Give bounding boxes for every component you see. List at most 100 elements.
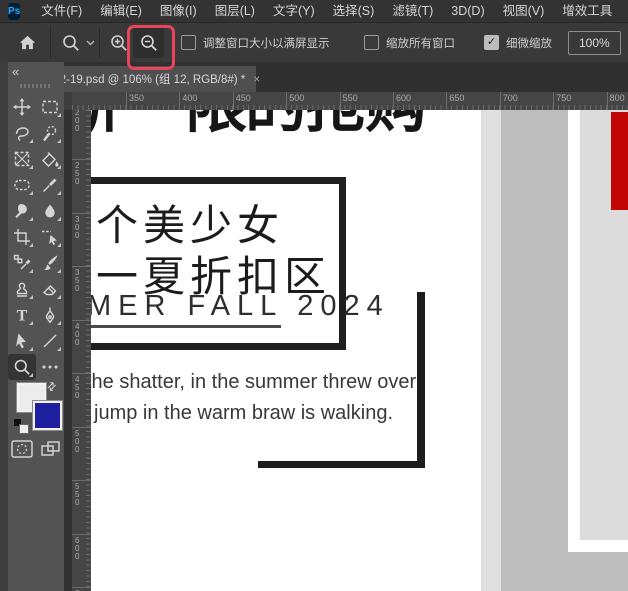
background-color-swatch[interactable]: [32, 400, 63, 431]
document-canvas[interactable]: 新 限的抢购 个美少女 一夏折扣区 MER FALL 2024 the shat…: [91, 110, 628, 591]
tool-clone-stamp[interactable]: [8, 276, 36, 302]
red-rectangle: [611, 112, 628, 210]
menu-item[interactable]: 文字(Y): [264, 0, 324, 22]
ruler-major-tick: [393, 92, 394, 110]
zoom-all-windows-checkbox[interactable]: [364, 35, 379, 50]
screen-mode-button[interactable]: [41, 440, 61, 463]
default-white-swatch: [19, 424, 29, 434]
menu-item[interactable]: 文件(F): [32, 0, 91, 22]
menu-items: 文件(F) 编辑(E) 图像(I) 图层(L) 文字(Y) 选择(S) 滤镜(T) 3D(D)…: [32, 0, 628, 22]
menu-item[interactable]: 窗口(W): [621, 0, 628, 22]
scrubby-zoom-checkbox[interactable]: ✓: [484, 35, 499, 50]
swap-colors-icon[interactable]: ⇄: [44, 379, 59, 394]
document-tab[interactable]: 2-19.psd @ 106% (组 12, RGB/8#) * ×: [60, 66, 260, 92]
light-gray-strip: [481, 110, 501, 591]
default-colors-icon[interactable]: [14, 419, 29, 434]
menu-item[interactable]: 图层(L): [206, 0, 264, 22]
ruler-label: 750: [556, 93, 572, 103]
ruler-major-tick: [446, 92, 448, 110]
tool-paint-bucket[interactable]: [36, 146, 64, 172]
menu-item[interactable]: 滤镜(T): [383, 0, 442, 22]
ruler-label: 4 5 0: [75, 375, 80, 400]
zoom-tool-preset[interactable]: [60, 23, 95, 62]
ruler-label: 400: [182, 93, 198, 103]
scrubby-zoom-option[interactable]: ✓ 细微缩放: [484, 23, 552, 62]
quick-mask-button[interactable]: [11, 440, 33, 463]
ruler-major-tick: [553, 92, 555, 110]
horizontal-ruler[interactable]: 350 400 450 500 550 600 650 700 750 800: [72, 92, 628, 111]
ruler-major-tick: [72, 212, 91, 214]
ruler-label: 5 0 0: [75, 428, 80, 454]
resize-windows-checkbox[interactable]: [181, 35, 196, 50]
ruler-label: 5 5 0: [75, 482, 80, 507]
zoom-level-button[interactable]: 100%: [568, 31, 621, 55]
tool-patch[interactable]: [8, 172, 36, 198]
resize-windows-label: 调整窗口大小以满屏显示: [203, 37, 330, 50]
menu-item[interactable]: 视图(V): [494, 0, 554, 22]
menu-item[interactable]: 编辑(E): [91, 0, 151, 22]
paragraph-line1: the shatter, in the summer threw over: [91, 371, 417, 393]
menu-item[interactable]: 图像(I): [151, 0, 206, 22]
ruler-label: 350: [129, 93, 145, 103]
ruler-label: 650: [449, 93, 465, 103]
bottom-gray-band: [501, 552, 628, 591]
document-tab-title: 2-19.psd @ 106% (组 12, RGB/8#) *: [59, 74, 246, 86]
tool-type[interactable]: T: [8, 302, 36, 328]
tool-brush[interactable]: [36, 250, 64, 276]
ruler-label: 2 5 0: [75, 161, 80, 186]
menu-bar: Ps 文件(F) 编辑(E) 图像(I) 图层(L) 文字(Y) 选择(S) 滤镜(T) 3D…: [0, 0, 628, 23]
tool-pen[interactable]: [36, 302, 64, 328]
ruler-label: 450: [235, 93, 251, 103]
scrubby-zoom-label: 细微缩放: [506, 37, 552, 50]
collapse-panel-button[interactable]: «: [12, 64, 19, 79]
ruler-major-tick: [72, 373, 91, 374]
tool-spot-heal[interactable]: [8, 198, 36, 224]
ruler-major-tick: [232, 92, 234, 110]
ruler-major-tick: [72, 266, 91, 267]
menu-item[interactable]: 增效工具: [553, 0, 621, 22]
panel-dock-edge: [0, 62, 8, 591]
photoshop-window: Ps 文件(F) 编辑(E) 图像(I) 图层(L) 文字(Y) 选择(S) 滤镜(T) 3D…: [0, 0, 628, 591]
mode-buttons: [0, 440, 64, 464]
mid-gray-strip: [501, 110, 568, 591]
vertical-ruler[interactable]: 2 0 0 2 5 0 3 0 0 3 5 0 4 0 0 4 5 0 5 0 0 5 5 0…: [72, 110, 92, 591]
tool-slice[interactable]: [36, 224, 64, 250]
tool-eyedropper[interactable]: [36, 172, 64, 198]
ruler-label: 3 0 0: [75, 214, 80, 240]
tool-path-select[interactable]: [8, 328, 36, 354]
tool-quick-select[interactable]: [36, 120, 64, 146]
tool-line[interactable]: [36, 328, 64, 354]
options-separator: [50, 27, 51, 58]
headline-clipped-text: 新 限的抢购: [91, 110, 441, 137]
paragraph-line2: jump in the warm braw is walking.: [94, 402, 393, 424]
menu-item[interactable]: 选择(S): [324, 0, 384, 22]
tool-frame[interactable]: [8, 146, 36, 172]
tool-color-sampler[interactable]: [8, 250, 36, 276]
ruler-label: 800: [609, 93, 625, 103]
tool-marquee[interactable]: [36, 94, 64, 120]
resize-windows-option[interactable]: 调整窗口大小以满屏显示: [181, 23, 330, 62]
ruler-label: 500: [289, 93, 305, 103]
panel-gap: [64, 110, 72, 591]
tool-blur-drop[interactable]: [36, 198, 64, 224]
zoom-in-button[interactable]: [108, 23, 130, 62]
ruler-label: 4 0 0: [75, 321, 80, 347]
options-separator: [99, 27, 100, 58]
zoom-in-icon: [108, 32, 130, 54]
zoom-all-windows-option[interactable]: 缩放所有窗口: [364, 23, 455, 62]
ruler-label: 2 0 0: [75, 110, 80, 133]
ruler-label: 700: [502, 93, 518, 103]
home-button[interactable]: [18, 23, 37, 62]
tool-eraser[interactable]: [36, 276, 64, 302]
tool-crop[interactable]: [8, 224, 36, 250]
menu-item[interactable]: 3D(D): [442, 0, 493, 22]
panel-grip[interactable]: [20, 84, 50, 88]
color-swatches: ⇄: [0, 377, 64, 447]
tool-lasso[interactable]: [8, 120, 36, 146]
ruler-major-tick: [72, 426, 91, 428]
tool-move[interactable]: [8, 94, 36, 120]
tools-panel: « T ⇄: [0, 62, 64, 591]
tab-close-icon[interactable]: ×: [253, 72, 260, 86]
zoom-out-button[interactable]: [133, 27, 164, 58]
ruler-label: 6 0 0: [75, 535, 80, 561]
